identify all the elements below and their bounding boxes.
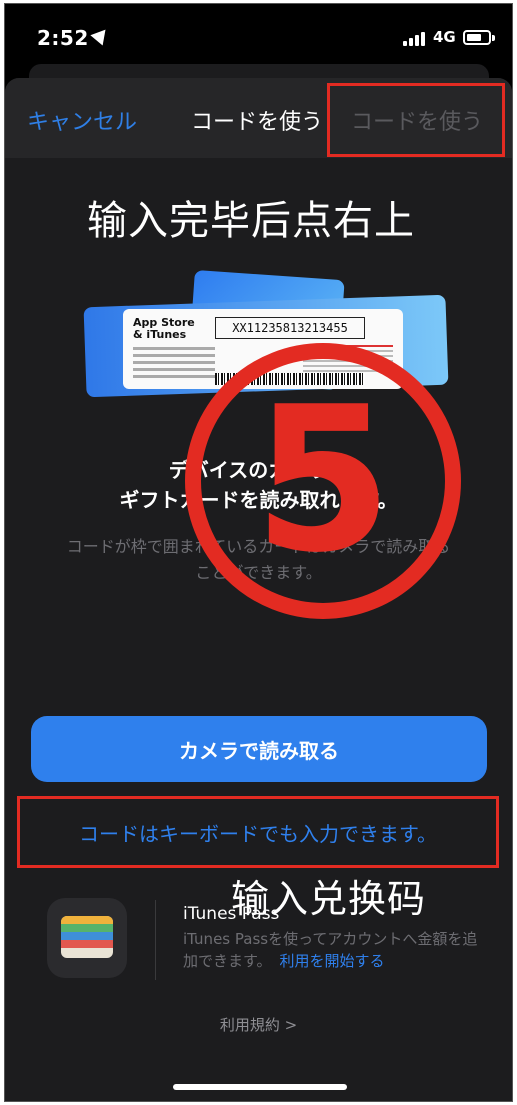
status-bar: 2:52 4G — [5, 4, 512, 68]
wallet-icon — [47, 898, 127, 978]
annotation-step-circle: 5 — [185, 343, 461, 619]
keyboard-entry-link[interactable]: コードはキーボードでも入力できます。 — [17, 796, 499, 868]
terms-link[interactable]: 利用規約 > — [5, 1014, 512, 1035]
network-type: 4G — [433, 28, 456, 46]
pass-title: iTunes Pass — [183, 904, 280, 924]
signal-bars-icon — [403, 32, 425, 46]
location-arrow-icon — [90, 24, 112, 46]
home-indicator[interactable] — [173, 1084, 347, 1090]
start-pass-link[interactable]: 利用を開始する — [280, 950, 385, 971]
card-brand-line2: & iTunes — [133, 328, 187, 341]
battery-icon — [463, 30, 495, 45]
divider — [155, 900, 156, 980]
annotation-top-text: 输入完毕后点右上 — [87, 198, 415, 244]
cancel-button[interactable]: キャンセル — [27, 104, 137, 136]
redeem-sheet: キャンセル コードを使う コードを使う 输入完毕后点右上 App Store &… — [5, 78, 512, 1101]
annotation-highlight-redeem — [327, 83, 505, 157]
annotation-step-number: 5 — [253, 364, 393, 597]
pass-description-text: 加できます。 — [183, 952, 272, 970]
phone-screen: 2:52 4G キャンセル コードを使う コードを使う 输入完毕后点右上 App… — [4, 3, 513, 1102]
card-brand: App Store & iTunes — [133, 317, 203, 341]
nav-bar: キャンセル コードを使う コードを使う — [5, 78, 512, 158]
card-code: XX11235813213455 — [215, 317, 365, 339]
status-time: 2:52 — [37, 26, 89, 50]
pass-description-line1: iTunes Passを使ってアカウントへ金額を追 — [183, 930, 478, 948]
nav-title: コードを使う — [191, 110, 324, 135]
camera-scan-button[interactable]: カメラで読み取る — [31, 716, 487, 782]
pass-description-line2: 加できます。 利用を開始する — [183, 950, 385, 971]
